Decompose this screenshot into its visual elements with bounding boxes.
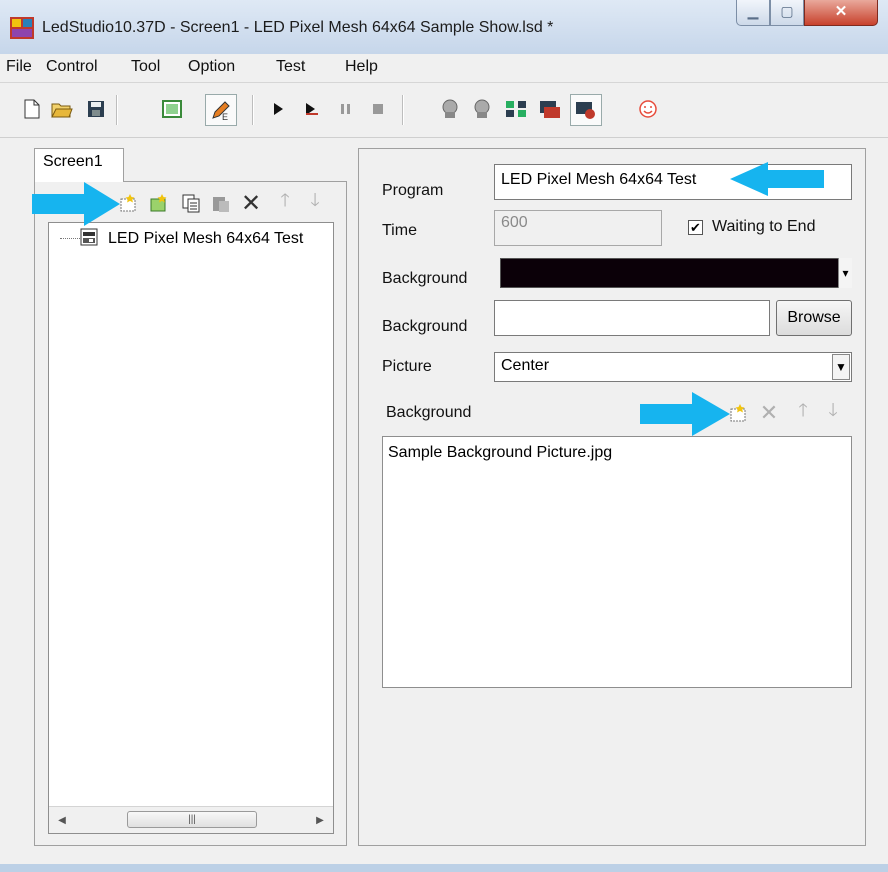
grid-icon[interactable] xyxy=(160,97,184,121)
toolbar-separator xyxy=(252,95,254,125)
menu-option[interactable]: Option xyxy=(188,58,235,76)
tab-screen1[interactable]: Screen1 xyxy=(34,148,124,182)
program-label: Program xyxy=(382,182,444,199)
close-icon: ✕ xyxy=(834,3,848,20)
tree-item-program[interactable]: LED Pixel Mesh 64x64 Test xyxy=(108,230,303,248)
menu-control[interactable]: Control xyxy=(46,58,98,76)
delete-background-icon[interactable]: ✕ xyxy=(758,400,780,425)
move-down-background-icon[interactable]: 🡓 xyxy=(822,400,844,424)
waiting-label: Waiting to End xyxy=(712,218,816,235)
tree-connector xyxy=(60,238,80,239)
copy-icon[interactable] xyxy=(180,192,202,214)
menu-file[interactable]: File xyxy=(6,58,32,76)
background-picture-field[interactable] xyxy=(494,300,770,336)
display-icon[interactable] xyxy=(538,97,562,121)
time-label: Time xyxy=(382,222,417,239)
program-node-icon xyxy=(80,228,98,246)
paste-icon[interactable] xyxy=(210,192,232,214)
open-folder-icon[interactable] xyxy=(50,97,74,121)
scroll-left-icon[interactable]: ◀ xyxy=(53,811,71,829)
background-list-item[interactable]: Sample Background Picture.jpg xyxy=(388,444,612,462)
window-title: LedStudio10.37D - Screen1 - LED Pixel Me… xyxy=(42,19,554,36)
chevron-down-icon[interactable]: ▼ xyxy=(832,354,850,380)
maximize-button[interactable]: ▢ xyxy=(770,0,804,26)
menu-tool[interactable]: Tool xyxy=(131,58,160,76)
menu-bar: File Control Tool Option Test Help xyxy=(0,54,888,83)
browse-button[interactable]: Browse xyxy=(776,300,852,336)
display-settings-icon[interactable] xyxy=(570,94,602,126)
move-down-icon[interactable]: 🡓 xyxy=(304,190,326,214)
background-list[interactable] xyxy=(382,436,852,688)
picture-label: Picture xyxy=(382,358,432,375)
edit-pen-icon[interactable]: E xyxy=(205,94,237,126)
move-up-background-icon[interactable]: 🡑 xyxy=(792,400,814,424)
toolbar-separator xyxy=(116,95,118,125)
picture-mode-select[interactable]: Center xyxy=(494,352,852,382)
play-icon[interactable] xyxy=(266,97,290,121)
maximize-icon: ▢ xyxy=(780,3,794,19)
step-play-icon[interactable] xyxy=(300,97,324,121)
background-list-label: Background xyxy=(386,404,472,421)
sender-icon[interactable] xyxy=(438,97,462,121)
smiley-icon[interactable] xyxy=(636,97,660,121)
toolbar: E xyxy=(0,83,888,138)
background-color-picker[interactable] xyxy=(500,258,852,288)
pause-icon[interactable] xyxy=(334,97,358,121)
scroll-right-icon[interactable]: ▶ xyxy=(311,811,329,829)
menu-test[interactable]: Test xyxy=(276,58,305,76)
toolbar-separator xyxy=(402,95,404,125)
annotation-arrow-background-add xyxy=(640,392,730,436)
close-button[interactable]: ✕ xyxy=(804,0,878,26)
waiting-checkbox[interactable]: ✔ xyxy=(688,220,703,235)
background-picture-label: Background xyxy=(382,318,468,335)
stop-icon[interactable] xyxy=(366,97,390,121)
program-tree[interactable] xyxy=(48,222,334,834)
scroll-thumb[interactable]: ||| xyxy=(127,811,257,828)
time-field[interactable]: 600 xyxy=(494,210,662,246)
annotation-arrow-program-field xyxy=(730,162,824,196)
menu-help[interactable]: Help xyxy=(345,58,378,76)
horizontal-scrollbar[interactable]: ◀ ||| ▶ xyxy=(49,806,333,833)
delete-icon[interactable]: ✕ xyxy=(240,190,262,217)
network-icon[interactable] xyxy=(504,97,528,121)
move-up-icon[interactable]: 🡑 xyxy=(274,190,296,214)
new-file-icon[interactable] xyxy=(20,97,44,121)
receiver-icon[interactable] xyxy=(470,97,494,121)
minimize-icon: ▁ xyxy=(747,3,759,19)
window-bottom-frame xyxy=(0,864,888,872)
save-icon[interactable] xyxy=(84,97,108,121)
annotation-arrow-left-panel xyxy=(32,182,120,226)
svg-text:E: E xyxy=(222,112,228,121)
add-multi-icon[interactable] xyxy=(148,192,170,214)
led-app-icon xyxy=(10,17,34,39)
background-color-label: Background xyxy=(382,270,468,287)
minimize-button[interactable]: ▁ xyxy=(736,0,770,26)
color-dropdown-icon[interactable]: ▾ xyxy=(838,258,852,288)
